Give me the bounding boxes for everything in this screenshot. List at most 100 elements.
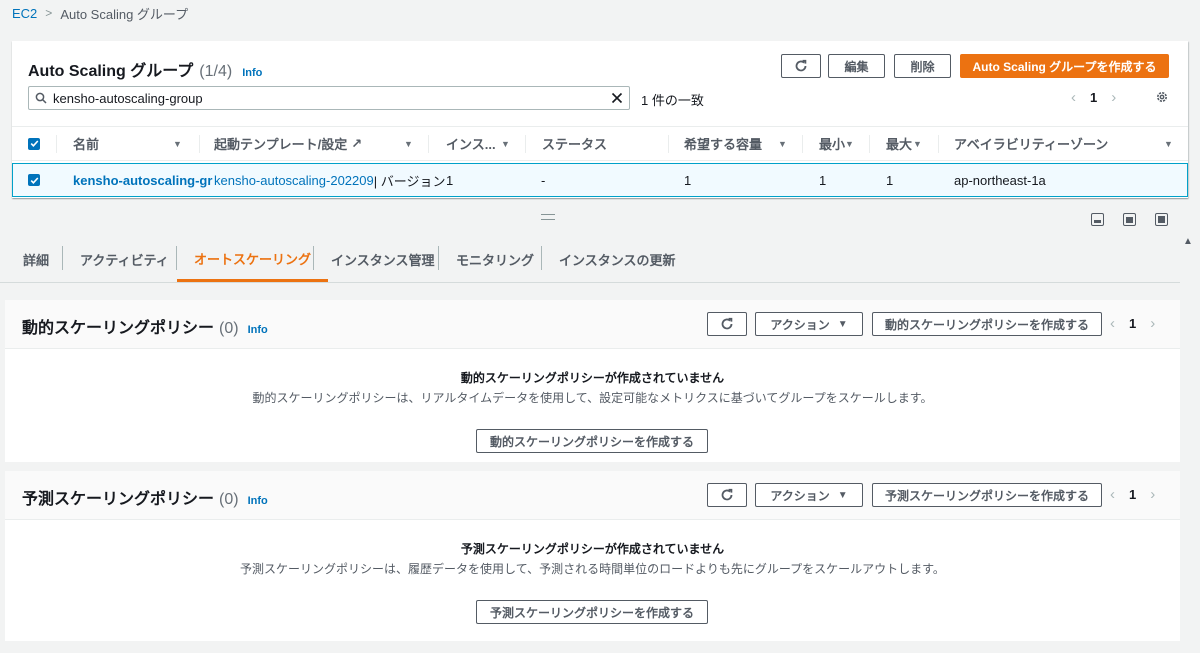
max-cell: 1 — [886, 172, 894, 188]
asg-panel: Auto Scaling グループ (1/4) Info 編集 削除 Auto … — [12, 41, 1188, 198]
refresh-button[interactable] — [781, 54, 821, 78]
predictive-empty-description: 予測スケーリングポリシーは、履歴データを使用して、予測される時間単位のロードより… — [240, 562, 945, 576]
chevron-right-icon[interactable]: › — [1150, 315, 1155, 332]
table-header: 名前 ▼ 起動テンプレート/設定 ↗ ▼ インス... ▼ ステータス 希望する容量 ▼ … — [12, 126, 1188, 161]
tab-instance-management[interactable]: インスタンス管理 — [331, 238, 434, 280]
table-row[interactable]: kensho-autoscaling-gr kensho-autoscaling… — [12, 163, 1188, 197]
dynamic-pagination: ‹ 1 › — [1110, 315, 1155, 332]
instances-cell: 1 — [446, 172, 454, 188]
sort-icon: ▼ — [913, 138, 922, 149]
column-header-min[interactable]: 最小 ▼ — [819, 127, 869, 160]
tab-monitoring[interactable]: モニタリング — [456, 238, 534, 280]
dynamic-policy-title: 動的スケーリングポリシー (0) Info — [22, 320, 268, 337]
row-checkbox[interactable] — [28, 164, 40, 196]
view-split-icon[interactable] — [1123, 213, 1136, 226]
close-icon[interactable] — [605, 92, 629, 104]
sort-icon: ▼ — [404, 138, 413, 149]
breadcrumb-current: Auto Scaling グループ — [60, 6, 189, 22]
template-link[interactable]: kensho-autoscaling-202209 — [214, 173, 374, 188]
dynamic-empty-title: 動的スケーリングポリシーが作成されていません — [460, 371, 725, 385]
search-field: kensho-autoscaling-group — [28, 86, 630, 110]
asg-page-number[interactable]: 1 — [1090, 90, 1097, 105]
predictive-empty-title: 予測スケーリングポリシーが作成されていません — [460, 542, 725, 556]
dynamic-policy-panel: 動的スケーリングポリシー (0) Info アクション ▼ 動的スケーリングポリシ… — [5, 300, 1180, 462]
asg-count: (1/4) — [199, 63, 233, 80]
tab-auto-scaling[interactable]: オートスケーリング — [177, 238, 329, 282]
delete-button[interactable]: 削除 — [894, 54, 951, 78]
asg-title: Auto Scaling グループ (1/4) Info — [28, 57, 262, 81]
chevron-left-icon[interactable]: ‹ — [1110, 315, 1115, 332]
edit-button[interactable]: 編集 — [828, 54, 885, 78]
predictive-policy-count: (0) — [219, 491, 239, 508]
column-header-status[interactable]: ステータス — [542, 127, 668, 160]
asg-info-link[interactable]: Info — [242, 67, 262, 79]
refresh-icon — [795, 59, 807, 72]
dynamic-refresh-button[interactable] — [707, 312, 747, 336]
predictive-pagination: ‹ 1 › — [1110, 486, 1155, 503]
tab-details[interactable]: 詳細 — [23, 238, 49, 280]
chevron-left-icon[interactable]: ‹ — [1071, 89, 1076, 106]
dynamic-empty-create-button[interactable]: 動的スケーリングポリシーを作成する — [476, 429, 708, 453]
gear-icon[interactable] — [1155, 90, 1169, 107]
sort-icon: ▼ — [778, 138, 787, 149]
predictive-actions-button[interactable]: アクション ▼ — [755, 483, 863, 507]
chevron-right-icon[interactable]: › — [1111, 89, 1116, 106]
column-header-name[interactable]: 名前 ▼ — [73, 127, 199, 160]
chevron-right-icon[interactable]: › — [1150, 486, 1155, 503]
predictive-page-number[interactable]: 1 — [1129, 487, 1136, 502]
asg-name-link[interactable]: kensho-autoscaling-gr — [73, 164, 212, 196]
dynamic-policy-header: 動的スケーリングポリシー (0) Info アクション ▼ 動的スケーリングポリシ… — [5, 300, 1180, 349]
search-icon — [29, 92, 53, 104]
detail-tabs: 詳細 アクティビティ オートスケーリング インスタンス管理 モニタリング インス… — [0, 238, 1180, 283]
create-asg-button[interactable]: Auto Scaling グループを作成する — [960, 54, 1169, 78]
desired-cell: 1 — [684, 172, 692, 188]
predictive-empty-create-button[interactable]: 予測スケーリングポリシーを作成する — [476, 600, 708, 624]
external-link-icon: ↗ — [351, 135, 363, 151]
template-suffix: | バージョン — [373, 173, 446, 189]
split-pane-handle[interactable] — [541, 214, 555, 220]
view-mode-switcher — [1091, 213, 1168, 226]
search-input[interactable]: kensho-autoscaling-group — [53, 91, 605, 106]
dynamic-page-number[interactable]: 1 — [1129, 316, 1136, 331]
refresh-icon — [721, 317, 733, 330]
az-cell: ap-northeast-1a — [954, 172, 1046, 188]
caret-down-icon: ▼ — [837, 318, 848, 330]
refresh-icon — [721, 488, 733, 501]
status-cell: - — [541, 172, 546, 188]
predictive-policy-panel: 予測スケーリングポリシー (0) Info アクション ▼ 予測スケーリングポリシ… — [5, 471, 1180, 641]
breadcrumb: EC2 > Auto Scaling グループ — [12, 4, 188, 22]
dynamic-policy-count: (0) — [219, 320, 239, 337]
template-cell: kensho-autoscaling-202209 | バージョン — [214, 164, 445, 196]
breadcrumb-ec2-link[interactable]: EC2 — [12, 6, 37, 21]
asg-title-text: Auto Scaling グループ — [28, 63, 194, 80]
column-header-az[interactable]: アベイラビリティーゾーン ▼ — [954, 127, 1174, 160]
tab-activity[interactable]: アクティビティ — [80, 238, 169, 280]
predictive-policy-title: 予測スケーリングポリシー (0) Info — [22, 491, 268, 508]
scroll-up-icon[interactable]: ▲ — [1183, 236, 1193, 247]
asg-pagination: ‹ 1 › — [1071, 89, 1116, 106]
predictive-info-link[interactable]: Info — [248, 495, 268, 507]
tab-instance-refresh[interactable]: インスタンスの更新 — [559, 238, 675, 280]
sort-icon: ▼ — [1164, 138, 1173, 149]
predictive-create-button[interactable]: 予測スケーリングポリシーを作成する — [872, 483, 1102, 507]
predictive-policy-header: 予測スケーリングポリシー (0) Info アクション ▼ 予測スケーリングポリシ… — [5, 471, 1180, 520]
sort-icon: ▼ — [501, 138, 510, 149]
dynamic-actions-button[interactable]: アクション ▼ — [755, 312, 863, 336]
dynamic-empty-description: 動的スケーリングポリシーは、リアルタイムデータを使用して、設定可能なメトリクスに… — [252, 391, 933, 405]
chevron-right-icon: > — [45, 6, 53, 20]
column-header-instances[interactable]: インス... ▼ — [446, 127, 524, 160]
view-bottom-icon[interactable] — [1091, 213, 1104, 226]
predictive-refresh-button[interactable] — [707, 483, 747, 507]
dynamic-create-button[interactable]: 動的スケーリングポリシーを作成する — [872, 312, 1102, 336]
min-cell: 1 — [819, 172, 827, 188]
caret-down-icon: ▼ — [837, 489, 848, 501]
select-all-checkbox[interactable] — [28, 127, 40, 160]
column-header-max[interactable]: 最大 ▼ — [886, 127, 938, 160]
checkbox-checked-icon — [28, 174, 40, 186]
column-header-desired[interactable]: 希望する容量 ▼ — [684, 127, 802, 160]
dynamic-info-link[interactable]: Info — [248, 324, 268, 336]
checkbox-checked-icon — [28, 137, 40, 150]
chevron-left-icon[interactable]: ‹ — [1110, 486, 1115, 503]
view-full-icon[interactable] — [1155, 213, 1168, 226]
column-header-template[interactable]: 起動テンプレート/設定 ↗ ▼ — [214, 127, 428, 160]
